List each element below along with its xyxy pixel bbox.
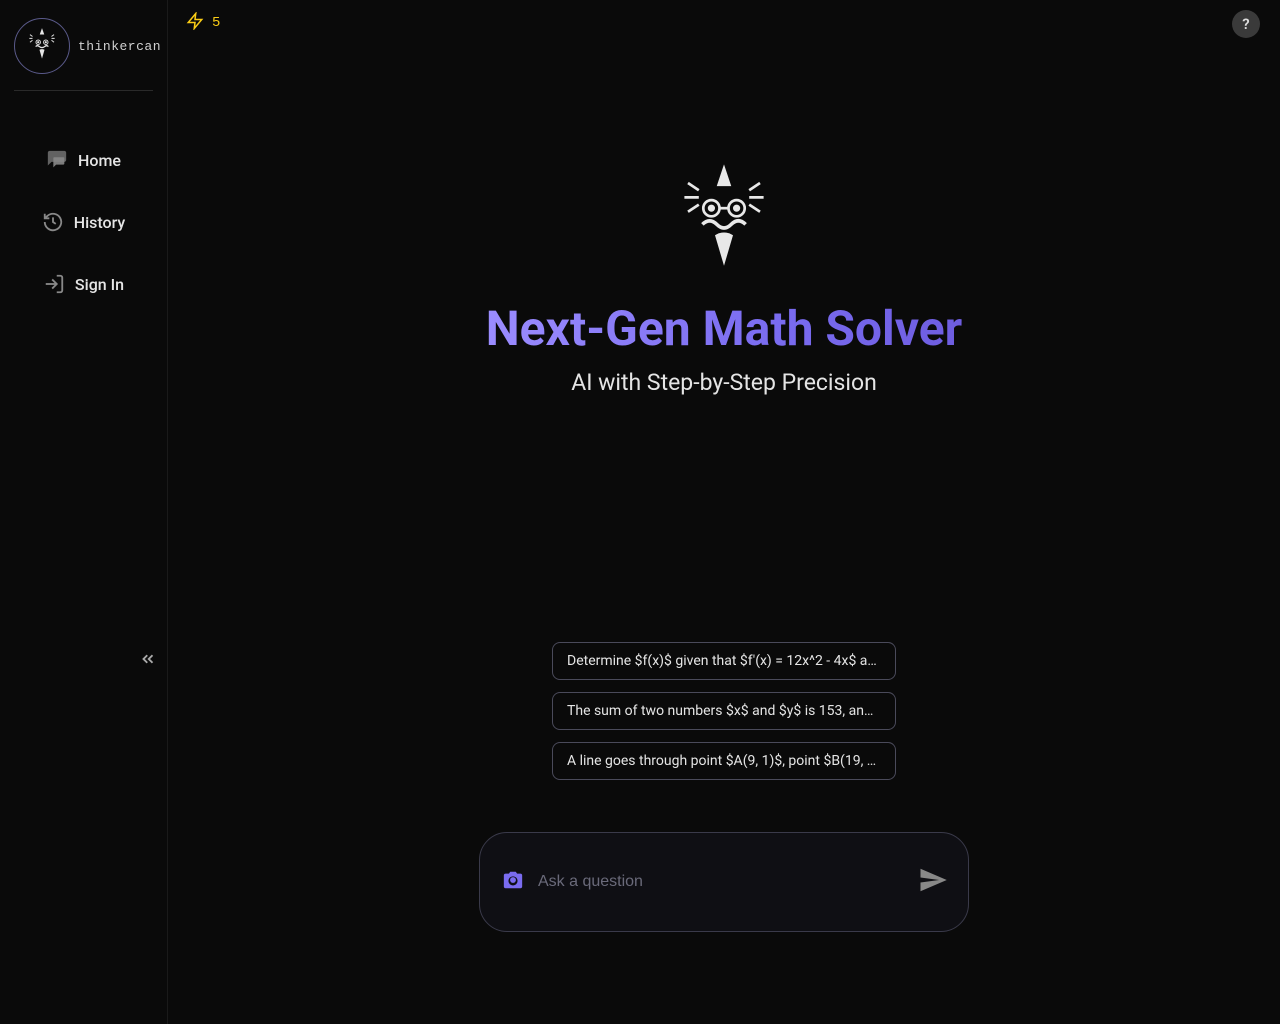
- hero-logo: [679, 164, 769, 278]
- brand-logo-icon: [679, 164, 769, 274]
- suggestion-item[interactable]: The sum of two numbers $x$ and $y$ is 15…: [552, 692, 896, 730]
- credits-badge[interactable]: 5: [186, 12, 220, 34]
- sidebar-nav: Home History: [0, 123, 167, 321]
- suggestions-list: Determine $f(x)$ given that $f'(x) = 12x…: [552, 642, 896, 780]
- sidebar-header: thinkercan: [0, 0, 167, 90]
- question-input[interactable]: [538, 873, 904, 891]
- main: 5 ?: [168, 0, 1280, 1024]
- avatar-logo-icon: [23, 27, 61, 65]
- page-subtitle: AI with Step-by-Step Precision: [571, 369, 877, 396]
- avatar[interactable]: [14, 18, 70, 74]
- send-button[interactable]: [918, 865, 948, 899]
- camera-icon: [502, 869, 524, 891]
- topbar: 5: [168, 0, 1280, 46]
- help-icon: ?: [1242, 15, 1249, 33]
- hero: Next-Gen Math Solver AI with Step-by-Ste…: [168, 46, 1280, 396]
- bolt-icon: [186, 12, 204, 34]
- camera-button[interactable]: [502, 869, 524, 895]
- sidebar-item-signin[interactable]: Sign In: [0, 265, 167, 303]
- suggestion-item[interactable]: A line goes through point $A(9, 1)$, poi…: [552, 742, 896, 780]
- credits-count: 5: [212, 15, 220, 31]
- sidebar-item-label: Home: [78, 151, 121, 170]
- suggestion-item[interactable]: Determine $f(x)$ given that $f'(x) = 12x…: [552, 642, 896, 680]
- username: thinkercan: [78, 39, 161, 54]
- history-icon: [42, 211, 64, 233]
- chat-icon: [46, 149, 68, 171]
- send-icon: [918, 865, 948, 895]
- chevron-double-left-icon: [139, 650, 157, 668]
- sidebar: thinkercan Home: [0, 0, 168, 1024]
- sidebar-item-label: Sign In: [75, 275, 124, 294]
- collapse-sidebar-button[interactable]: [137, 648, 159, 670]
- sidebar-item-history[interactable]: History: [0, 203, 167, 241]
- signin-icon: [43, 273, 65, 295]
- question-input-bar: [479, 832, 969, 932]
- sidebar-divider: [14, 90, 153, 91]
- sidebar-item-label: History: [74, 213, 126, 232]
- sidebar-item-home[interactable]: Home: [0, 141, 167, 179]
- app-root: thinkercan Home: [0, 0, 1280, 1024]
- page-title: Next-Gen Math Solver: [486, 300, 962, 357]
- help-button[interactable]: ?: [1232, 10, 1260, 38]
